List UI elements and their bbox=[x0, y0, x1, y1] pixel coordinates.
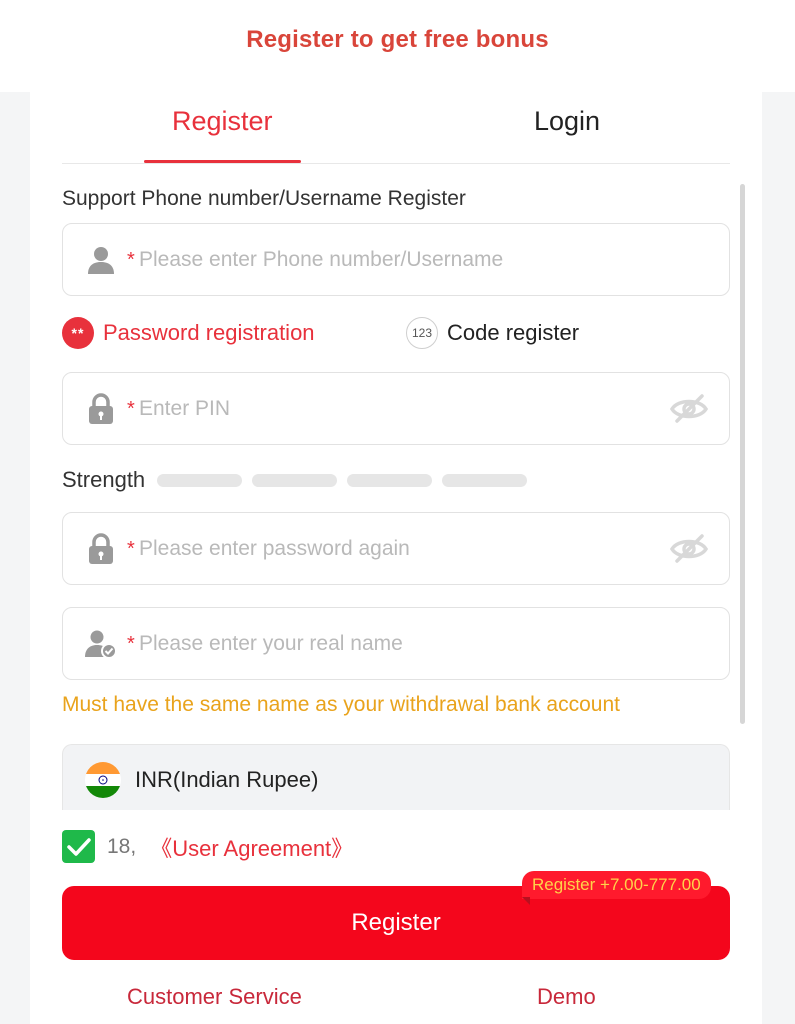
lock-icon bbox=[85, 393, 117, 425]
name-warning: Must have the same name as your withdraw… bbox=[62, 693, 620, 716]
pin-field[interactable]: * bbox=[62, 372, 730, 445]
pin-input[interactable] bbox=[139, 389, 659, 429]
code-mode-label: Code register bbox=[447, 320, 580, 345]
username-input[interactable] bbox=[139, 240, 659, 280]
password-mode-label: Password registration bbox=[103, 320, 315, 345]
agreement-row: 18, 《User Agreement》 bbox=[62, 830, 353, 863]
strength-segment bbox=[442, 473, 528, 487]
customer-service-link[interactable]: Customer Service bbox=[127, 984, 302, 1010]
real-name-field[interactable]: * bbox=[62, 607, 730, 680]
tab-register[interactable]: Register bbox=[172, 106, 273, 137]
currency-label: INR(Indian Rupee) bbox=[135, 767, 319, 792]
currency-selector[interactable]: INR(Indian Rupee) bbox=[62, 744, 730, 810]
banner-title: Register to get free bonus bbox=[246, 26, 549, 53]
strength-segment bbox=[157, 473, 243, 487]
auth-tabs: Register Login bbox=[62, 92, 730, 164]
scrollbar[interactable] bbox=[740, 184, 745, 724]
code-mode-icon: 123 bbox=[406, 317, 438, 349]
real-name-input[interactable] bbox=[139, 624, 659, 664]
lock-icon bbox=[85, 533, 117, 565]
eye-off-icon[interactable] bbox=[669, 391, 709, 427]
password-mode-icon: ** bbox=[62, 317, 94, 349]
support-label: Support Phone number/Username Register bbox=[62, 187, 466, 210]
required-mark: * bbox=[127, 398, 135, 420]
agreement-checkbox[interactable] bbox=[62, 830, 95, 863]
strength-segment bbox=[347, 473, 433, 487]
user-agreement-link[interactable]: 《User Agreement》 bbox=[150, 831, 353, 863]
required-mark: * bbox=[127, 633, 135, 655]
bonus-badge: Register +7.00-777.00 bbox=[522, 871, 711, 899]
eye-off-icon[interactable] bbox=[669, 531, 709, 567]
demo-link[interactable]: Demo bbox=[537, 984, 596, 1010]
top-banner: Register to get free bonus bbox=[0, 0, 795, 92]
confirm-password-field[interactable]: * bbox=[62, 512, 730, 585]
tab-login[interactable]: Login bbox=[534, 106, 600, 137]
active-tab-indicator bbox=[144, 160, 301, 163]
user-icon bbox=[85, 244, 117, 276]
strength-label: Strength bbox=[62, 467, 146, 492]
age-text: 18, bbox=[107, 834, 137, 858]
confirm-password-input[interactable] bbox=[139, 529, 659, 569]
required-mark: * bbox=[127, 249, 135, 271]
code-register-option[interactable]: 123 Code register bbox=[406, 317, 579, 349]
verified-user-icon bbox=[85, 628, 117, 660]
auth-panel: Register Login Support Phone number/User… bbox=[30, 92, 762, 1024]
username-field[interactable]: * bbox=[62, 223, 730, 296]
password-registration-option[interactable]: ** Password registration bbox=[62, 317, 315, 349]
strength-segment bbox=[252, 473, 338, 487]
required-mark: * bbox=[127, 538, 135, 560]
india-flag-icon bbox=[85, 762, 121, 798]
register-mode-selector: ** Password registration 123 Code regist… bbox=[62, 317, 730, 353]
password-strength: Strength bbox=[62, 467, 537, 493]
bonus-badge-tail bbox=[522, 897, 530, 905]
